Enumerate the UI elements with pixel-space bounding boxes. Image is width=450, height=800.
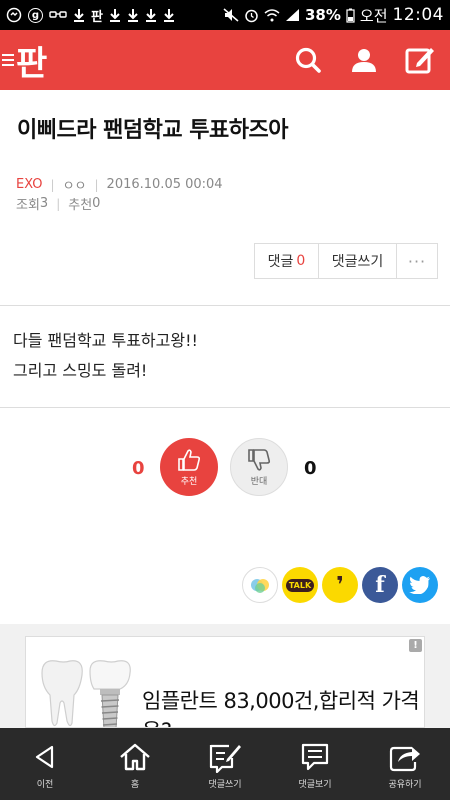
- recommend-label: 추천: [68, 198, 93, 213]
- nav-back-label: 이전: [36, 779, 54, 790]
- share-kakaostory-button[interactable]: ❜: [322, 567, 358, 603]
- comments-label: 댓글: [267, 254, 294, 270]
- wifi-icon: [264, 8, 280, 22]
- back-icon: [35, 745, 54, 768]
- status-bar: g 판 38% 오전 12:04: [0, 0, 450, 30]
- body-line: 다들 팬덤학교 투표하고왕!!: [13, 331, 198, 350]
- compose-icon: [405, 48, 434, 74]
- body-line: 그리고 스밍도 돌려!: [13, 361, 148, 380]
- post-body: 다들 팬덤학교 투표하고왕!! 그리고 스밍도 돌려!: [13, 326, 198, 386]
- share-buttons: TALK ❜ f: [242, 567, 438, 603]
- mute-icon: [223, 8, 239, 22]
- time-prefix: 오전: [359, 6, 388, 25]
- dental-implant-image: [41, 660, 131, 727]
- post-meta: EXO | ㅇㅇ | 2016.10.05 00:04: [16, 175, 223, 194]
- battery-percent: 38%: [304, 6, 341, 24]
- nav-write-comment[interactable]: 댓글쓰기: [180, 728, 270, 800]
- write-post-button[interactable]: [402, 42, 438, 78]
- nav-share[interactable]: 공유하기: [360, 728, 450, 800]
- share-kakaotalk-button[interactable]: TALK: [282, 567, 318, 603]
- nav-view-comments[interactable]: 댓글보기: [270, 728, 360, 800]
- status-left-icons: g 판: [6, 6, 175, 25]
- share-twitter-button[interactable]: [402, 567, 438, 603]
- more-options-button[interactable]: ···: [397, 244, 437, 278]
- content-divider: [0, 305, 450, 306]
- pan-notification-icon: 판: [91, 9, 103, 25]
- meta-separator: |: [94, 177, 99, 192]
- download-icon: [109, 8, 121, 22]
- upvote-count: 0: [132, 458, 145, 479]
- kakaostory-icon: ❜: [336, 572, 344, 598]
- kakaotalk-icon: TALK: [285, 578, 315, 592]
- ad-banner[interactable]: ! 임플란트 83,000건,합리적 가격은?: [25, 636, 425, 728]
- write-comment-icon: [209, 744, 241, 773]
- download-icon: [73, 8, 85, 22]
- nav-home[interactable]: 홈: [90, 728, 180, 800]
- write-comment-button[interactable]: 댓글쓰기: [319, 244, 397, 278]
- bottom-navigation: 이전 홈 댓글쓰기 댓글보기 공유하기: [0, 728, 450, 800]
- status-right: 38% 오전 12:04: [223, 5, 444, 26]
- post-title: 이삐드라 팬덤학교 투표하즈아: [17, 118, 288, 143]
- search-icon: [295, 47, 321, 73]
- facebook-icon: f: [375, 572, 385, 598]
- share-facebook-button[interactable]: f: [362, 567, 398, 603]
- download-icon: [127, 8, 139, 22]
- ad-headline: 임플란트 83,000건,합리적 가격은?: [142, 689, 420, 727]
- clock-time: 12:04: [392, 5, 444, 25]
- battery-icon: [346, 8, 355, 23]
- user-icon: [352, 49, 376, 72]
- nav-view-comments-label: 댓글보기: [298, 779, 332, 790]
- nav-home-label: 홈: [130, 779, 140, 790]
- views-count: 3: [39, 196, 49, 211]
- upvote-label: 추천: [180, 476, 198, 487]
- search-button[interactable]: [290, 42, 326, 78]
- signal-icon: [285, 8, 300, 22]
- downvote-button[interactable]: 반대: [230, 438, 288, 496]
- pann-logo[interactable]: 판: [16, 36, 47, 85]
- nav-write-comment-label: 댓글쓰기: [208, 779, 242, 790]
- nav-back[interactable]: 이전: [0, 728, 90, 800]
- alarm-icon: [244, 8, 259, 23]
- home-icon: [120, 743, 150, 770]
- comments-button[interactable]: 댓글 0: [255, 244, 319, 278]
- ad-info-icon[interactable]: !: [409, 639, 422, 652]
- author-name[interactable]: ㅇㅇ: [63, 175, 87, 194]
- downvote-count: 0: [304, 458, 317, 479]
- vote-area: 0 추천 반대 0: [0, 438, 450, 498]
- app-header: 판: [0, 30, 450, 90]
- share-icon: [389, 746, 420, 771]
- g-icon: g: [28, 7, 43, 23]
- header-actions: [290, 42, 450, 78]
- download-icon: [145, 8, 157, 22]
- downvote-label: 반대: [250, 476, 268, 487]
- recommend-count: 0: [92, 196, 101, 211]
- thumbs-down-icon: [248, 448, 271, 471]
- post-datetime: 2016.10.05 00:04: [106, 177, 223, 192]
- meta-separator: |: [50, 177, 55, 192]
- upvote-button[interactable]: 추천: [160, 438, 218, 496]
- nav-share-label: 공유하기: [388, 779, 422, 790]
- view-comments-icon: [301, 743, 329, 770]
- post-stats: 조회 3 | 추천 0: [16, 194, 100, 213]
- meta-separator: |: [56, 196, 61, 211]
- thumbs-up-icon: [178, 448, 201, 471]
- share-band-button[interactable]: [242, 567, 278, 603]
- twitter-icon: [409, 576, 430, 594]
- download-icon: [163, 8, 175, 22]
- band-icon: [251, 579, 269, 593]
- menu-icon[interactable]: [2, 54, 14, 66]
- category-link[interactable]: EXO: [16, 177, 43, 192]
- views-label: 조회: [16, 198, 40, 213]
- comments-count: 0: [296, 253, 306, 269]
- glasses-icon: [49, 10, 67, 20]
- content-divider: [0, 407, 450, 408]
- comment-actions: 댓글 0 댓글쓰기 ···: [254, 243, 438, 279]
- notification-icon: [6, 7, 22, 23]
- profile-button[interactable]: [346, 42, 382, 78]
